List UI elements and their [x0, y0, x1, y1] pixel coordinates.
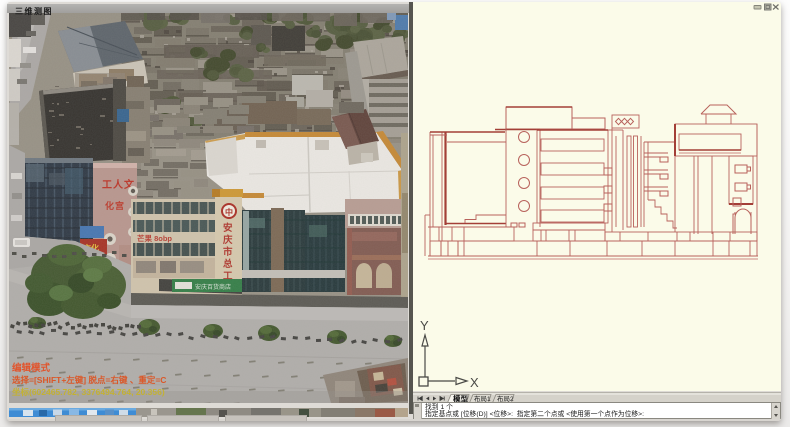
svg-text:Y: Y [420, 318, 429, 333]
svg-text:X: X [470, 375, 479, 390]
